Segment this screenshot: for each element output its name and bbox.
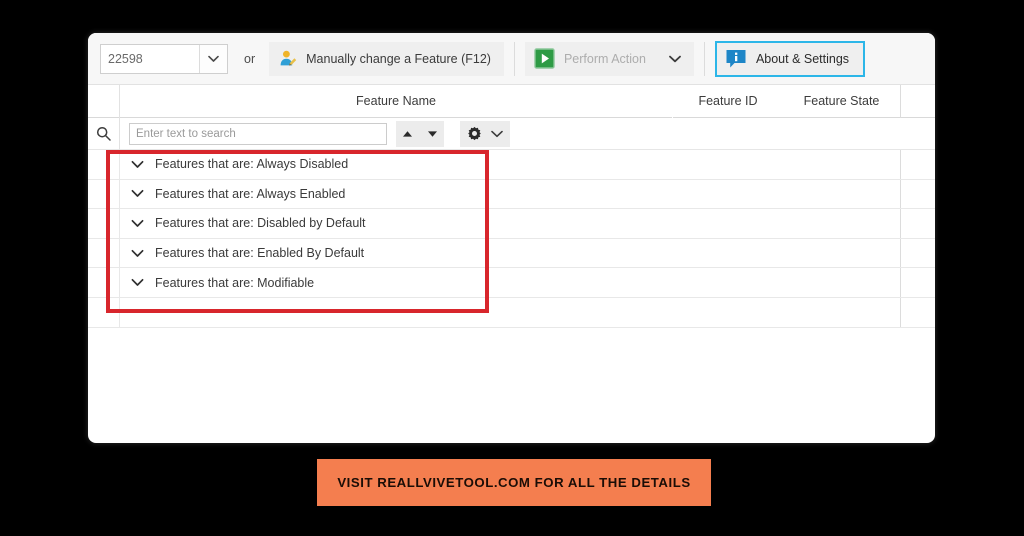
perform-action-dropdown-icon[interactable] [669,55,681,63]
row-feature-id [673,268,783,297]
search-input[interactable] [129,122,387,145]
search-glyph [96,126,111,141]
row-tail [901,298,935,327]
row-feature-state [783,179,901,209]
perform-action-button[interactable]: Perform Action [524,41,694,76]
build-number-value: 22598 [108,51,143,66]
row-expander-icon[interactable] [120,150,155,179]
column-header-feature-name[interactable]: Feature Name [120,84,673,118]
row-tail [901,150,935,179]
chevron-down-glyph [208,55,219,62]
search-icon [88,117,120,150]
table-row-empty [88,297,935,328]
table-row[interactable]: Features that are: Disabled by Default [88,209,935,239]
promo-banner-text: VISIT REALLVIVETOOL.COM FOR ALL THE DETA… [337,475,691,490]
table-row[interactable]: Features that are: Always Enabled [88,179,935,210]
settings-menu-group [460,120,510,147]
row-feature-name: Features that are: Disabled by Default [155,216,366,231]
row-feature-name: Features that are: Enabled By Default [155,246,365,261]
or-label: or [244,51,256,66]
play-icon [534,48,555,69]
row-tail [901,268,935,297]
column-header-spacer [88,84,120,118]
row-gutter [88,150,120,179]
build-number-combobox[interactable]: 22598 [100,43,228,74]
chevron-down-icon[interactable] [199,44,227,73]
gear-icon[interactable] [467,126,482,141]
triangle-down-icon[interactable] [427,130,438,138]
user-edit-icon [278,49,297,68]
row-feature-state [783,150,901,179]
row-tail [901,180,935,209]
row-expander-icon[interactable] [120,180,155,209]
row-feature-name: Features that are: Modifiable [155,275,315,290]
search-filter-row [88,117,935,150]
row-feature-id [673,150,783,179]
table-row[interactable]: Features that are: Enabled By Default [88,238,935,269]
perform-action-label: Perform Action [563,51,646,66]
row-expander-icon[interactable] [120,268,155,297]
about-and-settings-label: About & Settings [755,51,850,66]
row-gutter [88,209,120,238]
row-gutter [88,268,120,297]
column-header-feature-state[interactable]: Feature State [783,84,901,118]
row-gutter [88,297,120,327]
row-expander-placeholder [120,298,155,327]
table-row[interactable]: Features that are: Always Disabled [88,150,935,180]
row-feature-name: Features that are: Always Enabled [155,186,346,201]
row-feature-id [673,238,783,268]
about-and-settings-button[interactable]: About & Settings [714,40,866,77]
toolbar-separator [513,41,515,76]
row-feature-id-empty [673,297,783,327]
manually-change-feature-label: Manually change a Feature (F12) [306,51,491,66]
row-gutter [88,179,120,209]
row-feature-id [673,209,783,238]
feature-group-list: Features that are: Always Disabled Featu… [88,150,935,328]
sort-button-group [396,120,444,147]
vivetool-gui-window: 22598 or Manually change a Feature (F12)… [88,33,935,443]
row-feature-name-empty [155,298,673,327]
row-feature-state [783,209,901,238]
table-row[interactable]: Features that are: Modifiable [88,268,935,298]
row-tail [901,239,935,268]
manually-change-feature-button[interactable]: Manually change a Feature (F12) [269,41,504,76]
row-feature-state [783,238,901,268]
row-expander-icon[interactable] [120,209,155,238]
chevron-down-icon[interactable] [491,130,503,138]
row-feature-id [673,179,783,209]
row-gutter [88,238,120,268]
row-feature-state [783,268,901,297]
triangle-up-icon[interactable] [402,130,413,138]
row-feature-name: Features that are: Always Disabled [155,157,349,172]
toolbar: 22598 or Manually change a Feature (F12)… [88,33,935,85]
toolbar-separator-2 [703,41,705,76]
table-column-headers: Feature Name Feature ID Feature State [88,84,935,118]
column-header-feature-id[interactable]: Feature ID [673,85,783,118]
info-bubble-icon [725,48,747,70]
promo-banner: VISIT REALLVIVETOOL.COM FOR ALL THE DETA… [317,459,711,506]
row-expander-icon[interactable] [120,239,155,268]
column-header-tail [901,85,935,118]
screenshot-root: 22598 or Manually change a Feature (F12)… [0,0,1024,536]
row-tail [901,209,935,238]
row-feature-state-empty [783,297,901,327]
